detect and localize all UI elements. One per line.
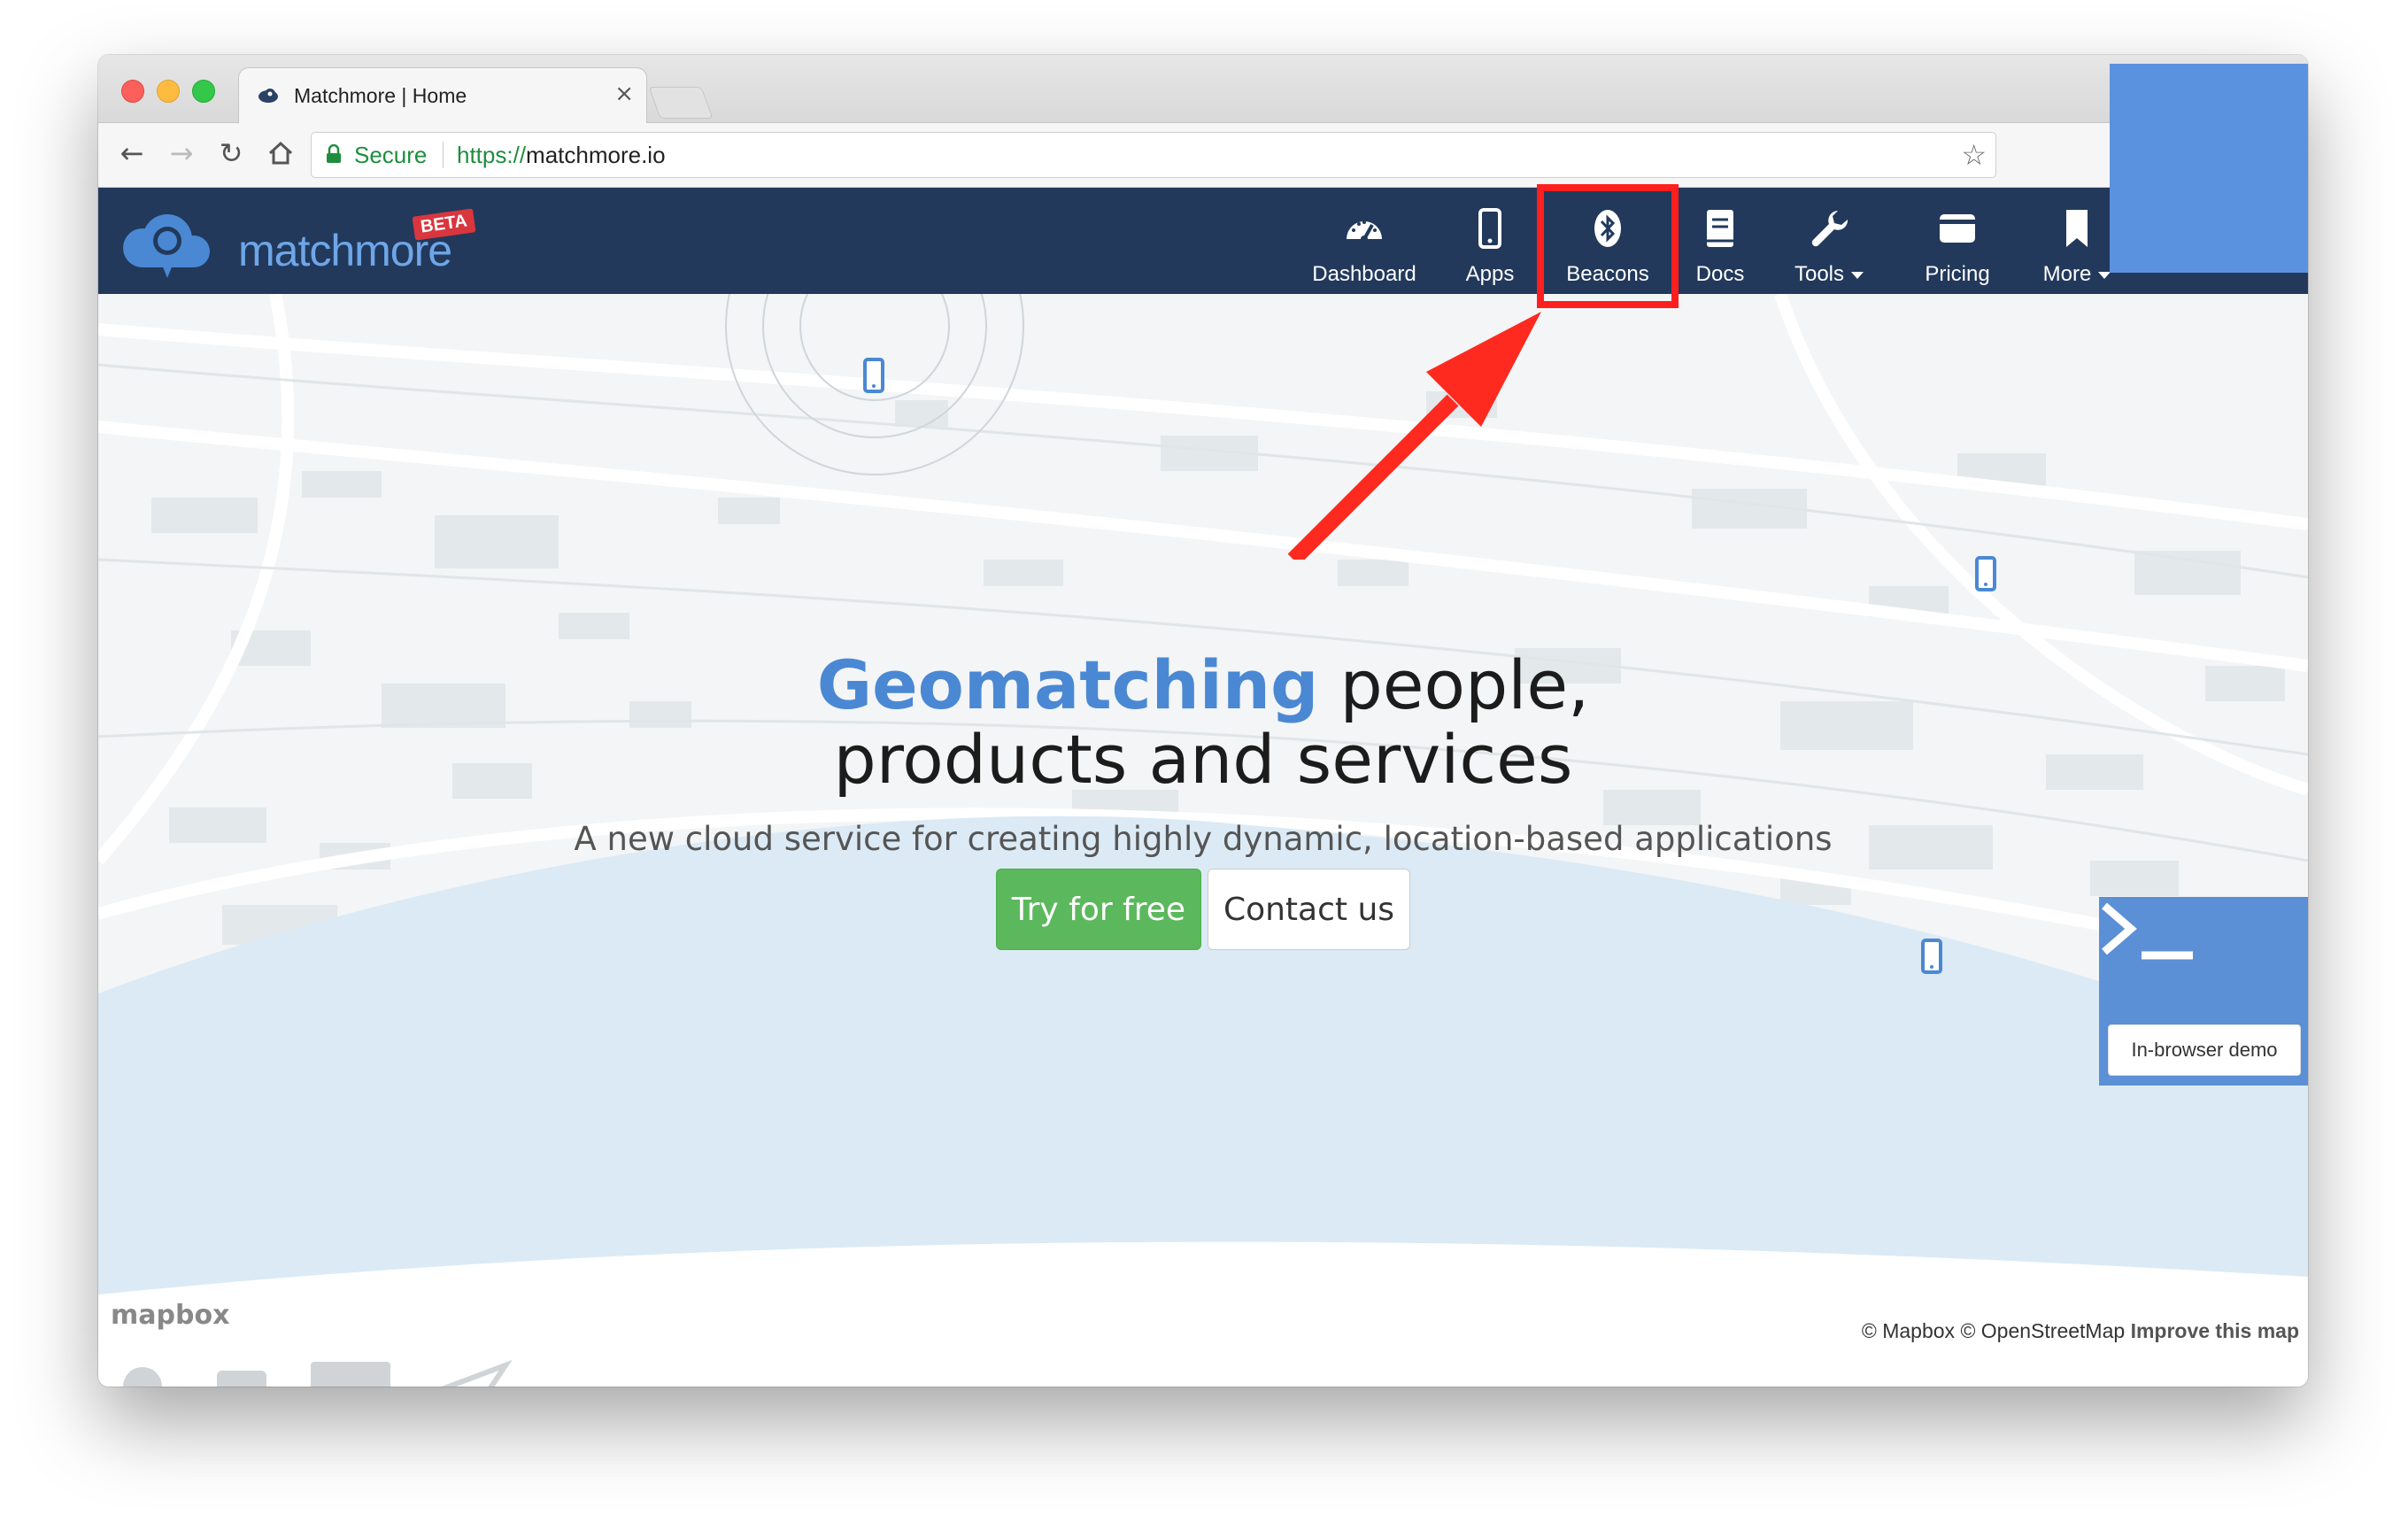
nav-more-text: More	[2042, 262, 2092, 286]
apple-icon	[123, 1367, 162, 1387]
url-host: matchmore.io	[526, 142, 666, 168]
terminal-icon	[2102, 902, 2193, 960]
nav-tools-label: Tools	[1780, 262, 1878, 287]
map-attribution: © Mapbox © OpenStreetMap Improve this ma…	[1862, 1319, 2299, 1343]
in-browser-demo-widget[interactable]: In-browser demo	[2099, 897, 2308, 1086]
tab-bar: Matchmore | Home ×	[98, 55, 2308, 123]
arrow-annotation	[1287, 312, 1541, 560]
omnibox-divider	[443, 142, 444, 168]
android-icon	[217, 1371, 266, 1387]
contact-us-button[interactable]: Contact us	[1208, 869, 1410, 950]
browser-tab-active[interactable]: Matchmore | Home ×	[238, 67, 647, 123]
matchmore-favicon-icon	[259, 89, 278, 103]
mapbox-logo[interactable]: mapbox	[111, 1300, 229, 1331]
hero-title-accent: Geomatching	[816, 645, 1319, 724]
cloud-pin-logo-icon	[123, 214, 210, 278]
lock-icon	[327, 144, 341, 163]
wallet-icon	[1940, 214, 1975, 243]
close-window-button[interactable]	[121, 80, 144, 103]
redaction-overlay	[2110, 64, 2308, 273]
laptop-icon	[311, 1362, 390, 1387]
nav-apps[interactable]: Apps	[1453, 188, 1527, 294]
nav-tools-text: Tools	[1794, 262, 1845, 286]
nav-apps-label: Apps	[1465, 262, 1515, 286]
nav-docs[interactable]: Docs	[1683, 188, 1757, 294]
platform-icons-row	[123, 1359, 513, 1387]
phone-marker-icon	[1921, 939, 1942, 974]
back-arrow-icon[interactable]: ←	[114, 135, 150, 171]
browser-window: Matchmore | Home × ← → ↻ Secure https://…	[98, 55, 2308, 1387]
wrench-icon	[1811, 211, 1848, 247]
url-scheme: https://	[457, 142, 527, 168]
map-background[interactable]: Geomatching people, products and service…	[98, 294, 2308, 1387]
home-icon[interactable]	[263, 135, 298, 171]
nav-pricing-label: Pricing	[1925, 262, 1990, 286]
bookmark-icon	[2066, 210, 2088, 247]
phone-marker-icon	[1975, 556, 1996, 591]
hero-title-line2: products and services	[833, 720, 1573, 799]
matchmore-logo[interactable]: matchmore BETA	[116, 207, 476, 287]
phone-icon	[1478, 208, 1501, 249]
try-for-free-button[interactable]: Try for free	[996, 869, 1201, 950]
dashboard-icon	[1347, 220, 1382, 243]
in-browser-demo-label[interactable]: In-browser demo	[2108, 1024, 2301, 1076]
send-icon	[441, 1359, 513, 1387]
url-text: https://matchmore.io	[457, 142, 666, 169]
nav-tools[interactable]: Tools	[1780, 188, 1878, 294]
chevron-down-icon	[1851, 271, 1864, 279]
beta-badge: BETA	[412, 208, 476, 241]
bookmark-star-icon[interactable]: ☆	[1961, 138, 1987, 172]
forward-arrow-icon[interactable]: →	[164, 135, 199, 171]
tab-title: Matchmore | Home	[294, 84, 467, 107]
nav-pricing[interactable]: Pricing	[1904, 188, 2011, 294]
reload-icon[interactable]: ↻	[213, 135, 249, 171]
secure-label: Secure	[354, 142, 428, 168]
site-navbar: matchmore BETA Dashboard Apps Beacons Do…	[98, 188, 2308, 294]
nav-dashboard[interactable]: Dashboard	[1302, 188, 1426, 294]
browser-toolbar: ← → ↻ Secure https://matchmore.io ☆	[98, 123, 2308, 188]
new-tab-button[interactable]	[648, 87, 714, 119]
book-icon	[1707, 210, 1733, 247]
address-bar[interactable]: Secure https://matchmore.io ☆	[311, 132, 1996, 178]
beacons-highlight-box	[1537, 184, 1679, 308]
nav-dashboard-label: Dashboard	[1312, 262, 1416, 286]
hero-subtitle: A new cloud service for creating highly …	[574, 820, 1833, 858]
minimize-window-button[interactable]	[157, 80, 180, 103]
hero-title-rest: people,	[1318, 645, 1590, 724]
tab-close-icon[interactable]: ×	[614, 81, 634, 107]
attribution-osm-link[interactable]: © OpenStreetMap	[1960, 1319, 2125, 1342]
attribution-mapbox-link[interactable]: © Mapbox	[1862, 1319, 1955, 1342]
zoom-window-button[interactable]	[192, 80, 215, 103]
hero-title-line1: Geomatching people,	[98, 648, 2308, 722]
nav-docs-label: Docs	[1695, 262, 1745, 286]
improve-map-link[interactable]: Improve this map	[2131, 1319, 2299, 1342]
phone-marker-icon	[863, 358, 884, 393]
